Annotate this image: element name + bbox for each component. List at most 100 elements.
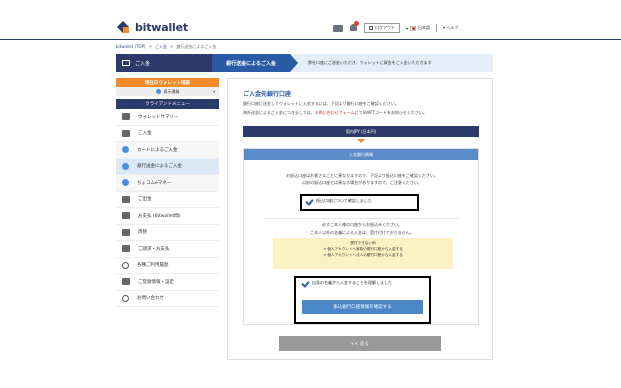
step-active-label: 銀行送金によるご入金 [226,60,276,67]
withdraw-icon [122,195,130,203]
step-instruction-text: 弊社口座にご送金いただき、ウォレットに資金をご入金いただきます [308,60,432,65]
exchange-icon [122,228,130,236]
sidebar-item-label: 各種ご利用履歴 [137,263,169,269]
warning-box: 受付できない例 × 個人アカウントへ家族の銀行口座から入金する × 個人アカウン… [273,238,453,269]
sidebar-item-payment[interactable]: お支払 (Bitwallet間) [116,208,219,225]
notice-line-2: 以前の振込口座とは異なる場合がありますので、ご注意ください。 [302,180,422,185]
warning-item-2: × 個人アカウントへ法人の銀行口座から入金する [323,253,403,257]
step-section: ご入金 [116,54,212,72]
settings-icon [122,278,130,286]
logout-button[interactable]: ログアウト [364,23,400,33]
sidebar-item-wallet-summary[interactable]: ウォレットサマリー [116,109,219,126]
deposit-icon [122,129,130,137]
sidebar-item-label: お問い合わせ [137,296,164,302]
bank-info-box: 入金銀行情報 お振込口座はお客さまごとに異なりますので、下記より振込口座をご確認… [243,148,479,325]
sidebar-item-deposit[interactable]: ご入金 [116,125,219,142]
account-confirm-checkbox[interactable]: 振込口座について確認しました [306,198,372,204]
sidebar-item-label: ご登録情報・設定 [138,279,174,285]
bitwallet-logo-icon [116,20,131,34]
arrow-down-icon [357,139,365,143]
swift-note-text: 海外送金によるご入金につきましては、 [243,110,315,115]
sidebar-item-label: ご請求・お支払 [138,246,170,252]
wallet-balance-head: 現在のウォレット残高 [116,78,219,87]
brand-name: bitwallet [135,20,188,34]
intro-text: 銀行口座に送金してウォレットに入金するには、下記より銀行口座をご確認ください。 [243,101,399,106]
help-link[interactable]: ▾ ヘルプ [443,25,458,31]
japan-flag-icon [410,25,417,31]
sidebar-item-withdraw[interactable]: ご出金 [116,191,219,208]
currency-select[interactable]: 表示通貨 ▾ [116,87,219,96]
checkmark-icon [302,280,309,286]
sidebar-item-bank-deposit[interactable]: 銀行送金によるご入金 [116,158,219,175]
checkbox-label: 自身の名義から入金することを理解しました [312,280,392,285]
language-label: 日本語 [418,25,431,30]
breadcrumb-top[interactable]: bitwallet (TOP) [116,44,146,50]
rule-line-1: 必ずご本人様の口座からお振込みください。 [322,222,402,227]
header-actions: ログアウト ▾ 日本語 ▾ ヘルプ [333,21,458,33]
sidebar: 現在のウォレット残高 表示通貨 ▾ クライアントメニュー ウォレットサマリー ご… [116,78,219,307]
payment-icon [122,212,130,220]
deposit-icon [122,60,130,66]
sidebar-item-history[interactable]: 各種ご利用履歴 [116,257,219,274]
main-content: ご入金先銀行口座 銀行口座に送金してウォレットに入金するには、下記より銀行口座を… [227,78,493,360]
card-icon [122,146,129,154]
checkmark-icon [306,198,313,204]
dropdown-arrow-icon: ▾ [406,25,409,31]
logout-label: ログアウト [375,25,395,30]
sidebar-item-label: ちょコムeマネー [137,180,172,186]
step-bar: ご入金 銀行送金によるご入金 弊社口座にご送金いただき、ウォレットに資金をご入金… [116,54,493,72]
divider [436,24,438,32]
swift-note: 海外送金によるご入金につきましては、お問い合わせフォームにてSWIFTコードをお… [243,110,427,116]
own-name-checkbox[interactable]: 自身の名義から入金することを理解しました [302,280,392,286]
step-instruction: 弊社口座にご送金いただき、ウォレットに資金をご入金いただきます [290,54,493,72]
divider [264,218,460,219]
help-icon [122,294,129,302]
wallet-icon [122,113,130,121]
sidebar-item-exchange[interactable]: 両替 [116,224,219,241]
client-menu-head: クライアントメニュー [116,99,219,109]
step-section-label: ご入金 [135,60,151,67]
help-dropdown-icon: ▾ [443,25,446,30]
sidebar-item-label: 銀行送金によるご入金 [137,164,182,170]
chevron-down-icon: ▾ [212,89,215,94]
invoice-icon [122,245,130,253]
sidebar-item-label: カードによるご入金 [137,147,178,153]
mail-icon[interactable] [333,24,343,32]
sidebar-item-label: ウォレットサマリー [138,114,179,120]
sidebar-item-card-deposit[interactable]: カードによるご入金 [116,142,219,159]
history-icon [122,261,129,269]
bank-icon [122,162,129,170]
sidebar-item-invoice[interactable]: ご請求・お支払 [116,241,219,258]
brand-logo[interactable]: bitwallet [116,20,188,34]
back-button[interactable]: << 戻る [279,336,441,351]
contact-form-link[interactable]: お問い合わせフォーム [315,110,355,115]
sidebar-item-label: ご入金 [138,131,152,137]
breadcrumb-current: 銀行送金によるご入金 [176,44,217,49]
sidebar-item-label: お支払 (Bitwallet間) [138,213,181,219]
sidebar-item-label: 両替 [138,230,147,236]
bank-info-head: 入金銀行情報 [244,149,478,160]
logout-icon [369,26,373,30]
notice-line-1: お振込口座はお客さまごとに異なりますので、下記より振込口座をご確認ください。 [286,173,438,178]
breadcrumb-separator: > [148,44,152,49]
breadcrumb-separator: > [169,44,174,49]
checkbox-label: 振込口座について確認しました [316,198,372,203]
rule-line-2: ご本人以外の名義による入金は、受け付けておりません。 [310,230,414,235]
breadcrumb-deposit[interactable]: ご入金 [155,44,167,50]
emoney-icon [122,179,129,187]
currency-select-label: 表示通貨 [163,88,180,94]
currency-icon [155,89,161,94]
header: bitwallet ログアウト ▾ 日本語 ▾ ヘルプ [0,0,621,40]
step-active: 銀行送金によるご入金 [212,54,298,72]
breadcrumb: bitwallet (TOP) > ご入金 > 銀行送金によるご入金 [116,44,216,50]
bank-currency-tab[interactable]: 国内JPY (日本円) [243,126,479,137]
sidebar-item-contact[interactable]: お問い合わせ [116,290,219,307]
sidebar-item-settings[interactable]: ご登録情報・設定 [116,274,219,291]
language-selector[interactable]: ▾ 日本語 [406,25,430,31]
sidebar-item-label: ご出金 [138,197,152,203]
swift-note-text-end: にてSWIFTコードをお知らせください。 [354,110,427,115]
help-label: ヘルプ [446,25,459,30]
sidebar-item-emoney[interactable]: ちょコムeマネー [116,175,219,192]
notification-bell-icon[interactable] [349,21,359,33]
confirm-bank-info-button[interactable]: 振込銀行口座情報を確認する [302,300,423,314]
